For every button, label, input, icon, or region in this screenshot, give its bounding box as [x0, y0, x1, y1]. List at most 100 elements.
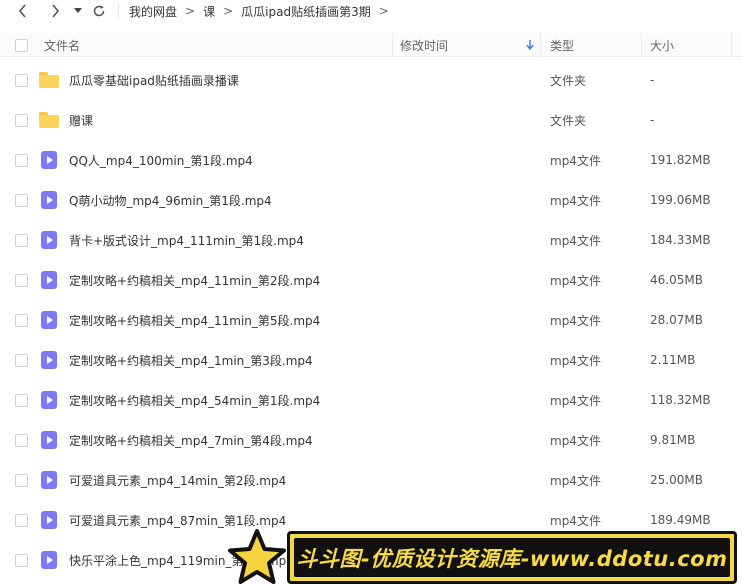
video-file-icon: [41, 191, 57, 209]
file-type: mp4文件: [550, 513, 601, 528]
file-name[interactable]: 定制攻略+约稿相关_mp4_11min_第5段.mp4: [69, 312, 320, 329]
list-item[interactable]: 定制攻略+约稿相关_mp4_54min_第1段.mp4 mp4文件 118.32…: [0, 380, 742, 420]
file-name[interactable]: 定制攻略+约稿相关_mp4_54min_第1段.mp4: [69, 392, 320, 409]
row-checkbox[interactable]: [15, 193, 28, 207]
file-type: 文件夹: [550, 113, 587, 128]
breadcrumb-separator: >: [185, 4, 196, 18]
column-divider[interactable]: [540, 33, 541, 57]
file-type: mp4文件: [550, 393, 601, 408]
back-button[interactable]: [14, 2, 32, 20]
list-item[interactable]: 瓜瓜零基础ipad贴纸插画录播课 文件夹 -: [0, 60, 742, 100]
file-type: 文件夹: [550, 73, 587, 88]
row-checkbox[interactable]: [15, 273, 28, 287]
breadcrumb-item-current[interactable]: 瓜瓜ipad贴纸插画第3期: [241, 3, 371, 20]
refresh-icon: [93, 5, 105, 17]
column-header-modified[interactable]: 修改时间: [400, 33, 540, 57]
list-item[interactable]: 定制攻略+约稿相关_mp4_7min_第4段.mp4 mp4文件 9.81MB: [0, 420, 742, 460]
refresh-button[interactable]: [90, 2, 108, 20]
video-file-icon: [41, 471, 57, 489]
file-type: mp4文件: [550, 153, 601, 168]
list-item[interactable]: 可爱道具元素_mp4_14min_第2段.mp4 mp4文件 25.00MB: [0, 460, 742, 500]
row-checkbox[interactable]: [15, 233, 28, 247]
file-type: mp4文件: [550, 473, 601, 488]
breadcrumb-item-course[interactable]: 课: [203, 3, 215, 20]
list-item[interactable]: 定制攻略+约稿相关_mp4_1min_第3段.mp4 mp4文件 2.11MB: [0, 340, 742, 380]
row-checkbox[interactable]: [15, 153, 28, 167]
row-checkbox[interactable]: [15, 393, 28, 407]
folder-icon: [39, 112, 59, 128]
file-size: -: [650, 73, 655, 87]
file-size: -: [650, 113, 655, 127]
list-item[interactable]: 赠课 文件夹 -: [0, 100, 742, 140]
video-file-icon: [41, 271, 57, 289]
file-size: 28.07MB: [650, 313, 703, 327]
row-checkbox[interactable]: [15, 73, 28, 87]
file-size: 2.11MB: [650, 353, 696, 367]
video-file-icon: [41, 391, 57, 409]
row-checkbox[interactable]: [15, 313, 28, 327]
breadcrumb-separator: >: [378, 4, 389, 18]
column-header-type[interactable]: 类型: [550, 33, 574, 57]
list-item[interactable]: 定制攻略+约稿相关_mp4_11min_第2段.mp4 mp4文件 46.05M…: [0, 260, 742, 300]
column-divider[interactable]: [731, 33, 732, 57]
column-header-modified-label: 修改时间: [400, 38, 449, 53]
video-file-icon: [41, 151, 57, 169]
file-size: 9.81MB: [650, 433, 696, 447]
file-size: 25.00MB: [650, 473, 703, 487]
row-checkbox[interactable]: [15, 353, 28, 367]
column-divider[interactable]: [641, 33, 642, 57]
file-size: 118.32MB: [650, 393, 711, 407]
column-divider[interactable]: [392, 33, 393, 57]
row-checkbox[interactable]: [15, 553, 28, 567]
list-item[interactable]: 背卡+版式设计_mp4_111min_第1段.mp4 mp4文件 184.33M…: [0, 220, 742, 260]
watermark-banner-inner: 斗斗图-优质设计资源库-www.ddotu.com: [294, 538, 730, 577]
file-type: mp4文件: [550, 353, 601, 368]
list-item[interactable]: 定制攻略+约稿相关_mp4_11min_第5段.mp4 mp4文件 28.07M…: [0, 300, 742, 340]
file-name[interactable]: 可爱道具元素_mp4_87min_第1段.mp4: [69, 512, 286, 529]
file-name[interactable]: 定制攻略+约稿相关_mp4_7min_第4段.mp4: [69, 432, 313, 449]
chevron-left-icon: [18, 4, 26, 18]
video-file-icon: [41, 511, 57, 529]
file-name[interactable]: Q萌小动物_mp4_96min_第1段.mp4: [69, 192, 272, 209]
select-all-checkbox[interactable]: [15, 38, 28, 52]
row-checkbox[interactable]: [15, 113, 28, 127]
column-header-type-label: 类型: [550, 38, 575, 53]
toolbar-divider: [118, 3, 119, 19]
row-checkbox[interactable]: [15, 433, 28, 447]
arrow-down-icon: [526, 40, 534, 50]
video-file-icon: [41, 351, 57, 369]
column-header-size-label: 大小: [650, 38, 675, 53]
video-file-icon: [41, 231, 57, 249]
file-name[interactable]: 赠课: [69, 112, 93, 129]
file-size: 189.49MB: [650, 513, 711, 527]
file-type: mp4文件: [550, 273, 601, 288]
watermark-text: 斗斗图-优质设计资源库-www.ddotu.com: [296, 546, 728, 571]
column-header-size[interactable]: 大小: [650, 33, 674, 57]
row-checkbox[interactable]: [15, 513, 28, 527]
breadcrumb-separator: >: [223, 4, 234, 18]
file-name[interactable]: QQ人_mp4_100min_第1段.mp4: [69, 152, 253, 169]
list-item[interactable]: QQ人_mp4_100min_第1段.mp4 mp4文件 191.82MB: [0, 140, 742, 180]
file-type: mp4文件: [550, 313, 601, 328]
star-icon: [228, 529, 286, 584]
chevron-right-icon: [52, 4, 60, 18]
file-name[interactable]: 瓜瓜零基础ipad贴纸插画录播课: [69, 72, 239, 89]
column-header-name-label: 文件名: [44, 38, 81, 53]
top-navigation-bar: 我的网盘 > 课 > 瓜瓜ipad贴纸插画第3期 >: [0, 0, 742, 22]
history-dropdown-button[interactable]: [72, 2, 84, 20]
file-name[interactable]: 定制攻略+约稿相关_mp4_1min_第3段.mp4: [69, 352, 313, 369]
list-item[interactable]: Q萌小动物_mp4_96min_第1段.mp4 mp4文件 199.06MB: [0, 180, 742, 220]
video-file-icon: [41, 311, 57, 329]
file-type: mp4文件: [550, 433, 601, 448]
forward-button[interactable]: [46, 2, 64, 20]
breadcrumb-item-home[interactable]: 我的网盘: [129, 3, 177, 20]
file-name[interactable]: 可爱道具元素_mp4_14min_第2段.mp4: [69, 472, 286, 489]
video-file-icon: [41, 551, 57, 569]
column-header-name[interactable]: 文件名: [44, 33, 80, 57]
file-type: mp4文件: [550, 193, 601, 208]
row-checkbox[interactable]: [15, 473, 28, 487]
file-list-header: 文件名 修改时间 类型 大小: [0, 33, 742, 57]
file-name[interactable]: 背卡+版式设计_mp4_111min_第1段.mp4: [69, 232, 304, 249]
video-file-icon: [41, 431, 57, 449]
file-name[interactable]: 定制攻略+约稿相关_mp4_11min_第2段.mp4: [69, 272, 320, 289]
